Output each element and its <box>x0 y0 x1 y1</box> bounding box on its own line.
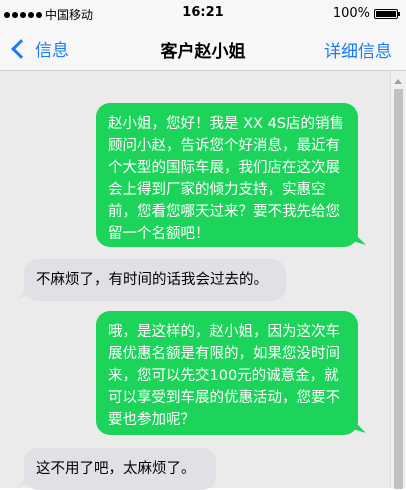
battery-icon <box>374 8 400 19</box>
message-bubble-outgoing: 哦，是这样的，赵小姐，因为这次车展优惠名额是有限的，如果您没时间来，您可以先交1… <box>96 311 358 435</box>
back-label: 信息 <box>35 41 69 61</box>
back-button[interactable]: 信息 <box>10 36 69 61</box>
bubble-tail <box>352 231 366 245</box>
status-bar: 中国移动 16:21 100% <box>0 0 406 26</box>
scroll-up-arrow-icon[interactable] <box>394 79 402 84</box>
message-bubble-incoming: 这不用了吧，太麻烦了。 <box>24 448 216 490</box>
message-thread[interactable]: 赵小姐，您好！我是 XX 4S店的销售顾问小赵，告诉您个好消息，最近有个大型的国… <box>0 71 406 490</box>
battery-percent: 100% <box>332 6 370 21</box>
message-bubble-outgoing: 赵小姐，您好！我是 XX 4S店的销售顾问小赵，告诉您个好消息，最近有个大型的国… <box>96 103 358 247</box>
message-bubble-incoming: 不麻烦了，有时间的话我会过去的。 <box>24 259 286 301</box>
bubble-tail <box>352 419 366 433</box>
vertical-scrollbar[interactable] <box>390 71 406 489</box>
details-button[interactable]: 详细信息 <box>324 37 392 62</box>
battery-status: 100% <box>332 6 400 21</box>
navigation-bar: 信息 客户赵小姐 详细信息 <box>0 26 406 71</box>
chevron-left-icon <box>11 38 31 59</box>
scrollbar-thumb[interactable] <box>394 89 403 489</box>
